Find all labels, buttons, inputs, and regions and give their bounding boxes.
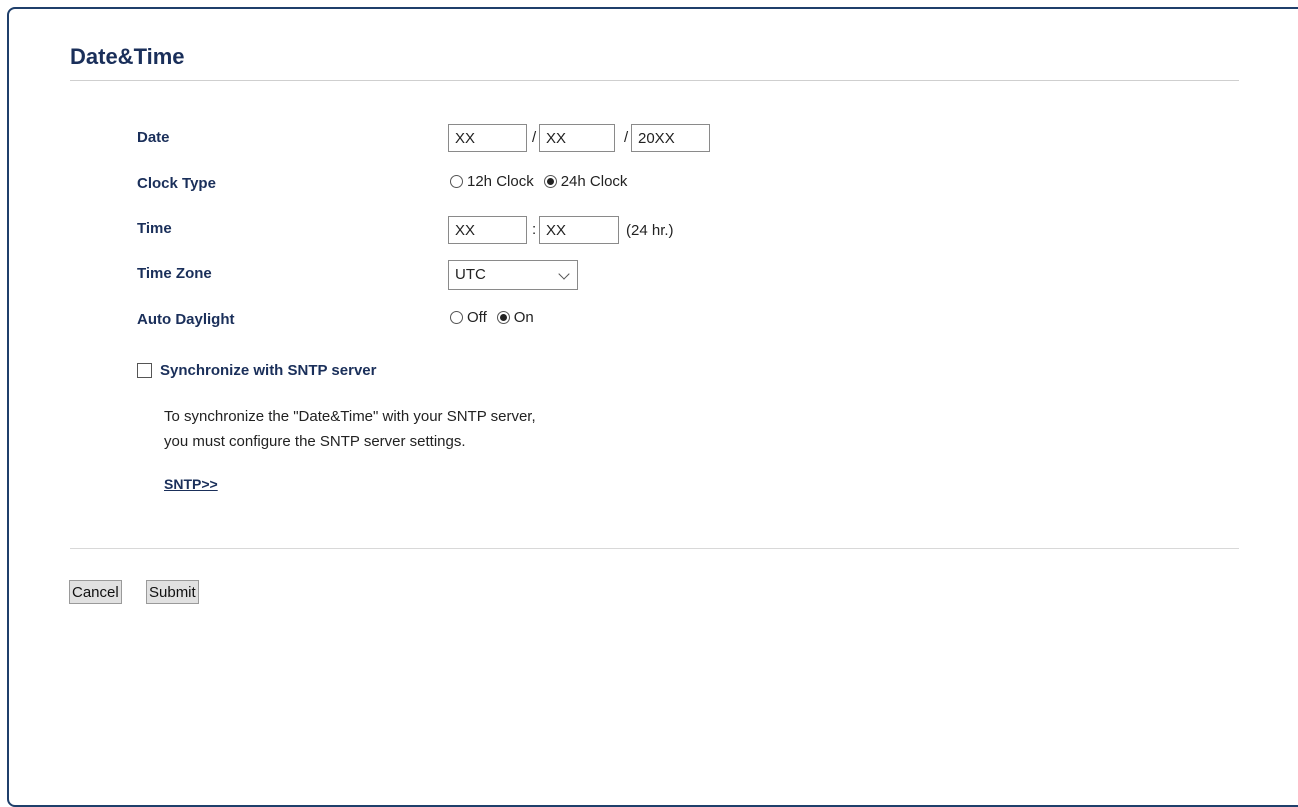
time-label: Time	[137, 220, 172, 237]
date-separator-1: /	[532, 129, 537, 146]
sntp-info-line-1: To synchronize the "Date&Time" with your…	[164, 408, 536, 425]
cancel-button[interactable]: Cancel	[69, 580, 122, 604]
clock-12h-radio[interactable]	[450, 175, 463, 188]
sntp-info-line-2: you must configure the SNTP server setti…	[164, 433, 466, 450]
date-year-input[interactable]: 20XX	[631, 124, 710, 152]
sntp-settings-link[interactable]: SNTP>>	[164, 476, 218, 492]
clock-12h-label[interactable]: 12h Clock	[467, 173, 534, 190]
time-hour-input[interactable]: XX	[448, 216, 527, 244]
date-separator-2: /	[624, 129, 629, 146]
time-format-suffix: (24 hr.)	[626, 222, 674, 239]
daylight-on-label[interactable]: On	[514, 309, 534, 326]
date-label: Date	[137, 129, 170, 146]
auto-daylight-options: Off On	[450, 309, 544, 326]
clock-24h-label[interactable]: 24h Clock	[561, 173, 628, 190]
title-divider	[70, 80, 1239, 81]
date-month-input[interactable]: XX	[539, 124, 615, 152]
date-day-input[interactable]: XX	[448, 124, 527, 152]
time-zone-select[interactable]: UTC	[448, 260, 578, 290]
time-separator: :	[532, 221, 537, 238]
clock-24h-radio[interactable]	[543, 175, 557, 188]
auto-daylight-label: Auto Daylight	[137, 311, 235, 328]
chevron-down-icon	[558, 268, 570, 280]
daylight-on-radio[interactable]	[496, 311, 510, 324]
sntp-sync-label[interactable]: Synchronize with SNTP server	[160, 362, 376, 379]
clock-type-options: 12h Clock 24h Clock	[450, 173, 637, 190]
clock-type-label: Clock Type	[137, 175, 216, 192]
daylight-off-label[interactable]: Off	[467, 309, 487, 326]
daylight-off-radio[interactable]	[450, 311, 463, 324]
time-minute-input[interactable]: XX	[539, 216, 619, 244]
bottom-divider	[70, 548, 1239, 549]
submit-button[interactable]: Submit	[146, 580, 199, 604]
time-zone-value: UTC	[455, 266, 486, 283]
sntp-sync-checkbox[interactable]	[137, 363, 152, 378]
time-zone-label: Time Zone	[137, 265, 212, 282]
page-title: Date&Time	[70, 44, 185, 69]
